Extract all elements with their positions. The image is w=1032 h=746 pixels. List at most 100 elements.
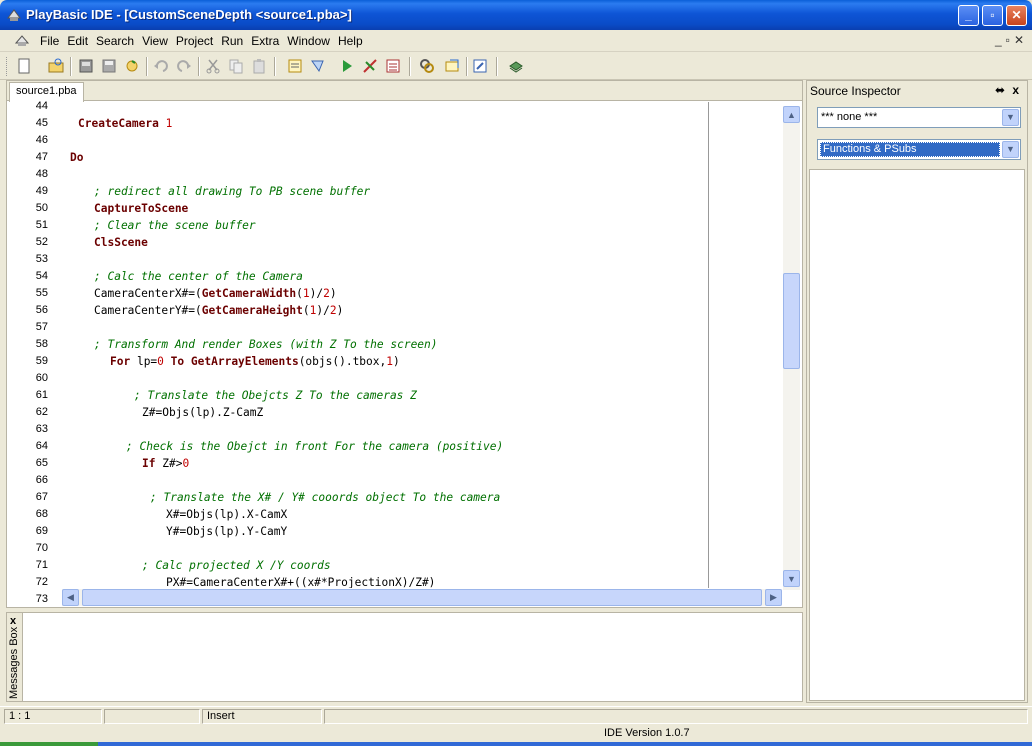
- compile-icon[interactable]: [285, 56, 305, 76]
- line-number-gutter: 44 45 46 47 48 49 50 51 52 53 54 55 56 57 58 59 60 61 62 63…: [7, 100, 62, 605]
- undo-icon[interactable]: [151, 56, 171, 76]
- ide-version: IDE Version 1.0.7: [604, 727, 690, 739]
- cut-icon[interactable]: [203, 56, 223, 76]
- code-line[interactable]: Z#=Objs(lp).Z-CamZ: [142, 406, 263, 419]
- stop-debug-icon[interactable]: [360, 56, 380, 76]
- code-line[interactable]: CreateCamera 1: [78, 117, 172, 130]
- edit-mode: Insert: [202, 709, 322, 724]
- filter-combo[interactable]: Functions & PSubs ▼: [817, 139, 1021, 160]
- menu-run[interactable]: Run: [217, 34, 247, 48]
- code-text: Z#=Objs(lp).Z-CamZ: [142, 406, 264, 419]
- line-number: 62: [35, 406, 48, 418]
- app-icon: [7, 9, 21, 21]
- code-keyword: CaptureToScene: [94, 202, 189, 215]
- title-bar[interactable]: PlayBasic IDE - [CustomSceneDepth <sourc…: [0, 0, 1032, 30]
- minimize-button[interactable]: _: [958, 5, 979, 26]
- code-line[interactable]: ; Transform And render Boxes (with Z To …: [94, 338, 438, 351]
- pin-icon[interactable]: ⬌: [995, 83, 1005, 97]
- menu-help[interactable]: Help: [334, 34, 367, 48]
- tab-strip: source1.pba: [7, 81, 802, 102]
- menu-view[interactable]: View: [138, 34, 172, 48]
- close-button[interactable]: ✕: [1006, 5, 1027, 26]
- code-line[interactable]: ClsScene: [94, 236, 148, 249]
- code-number: 1: [302, 287, 310, 300]
- mdi-minimize-button[interactable]: _: [995, 33, 1002, 47]
- edit-icon[interactable]: [470, 56, 490, 76]
- code-comment: ; Calc the center of the Camera: [94, 270, 303, 283]
- code-line[interactable]: ; Check is the Obejct in front For the c…: [126, 440, 503, 453]
- code-line[interactable]: If Z#>0: [142, 457, 189, 470]
- code-text: (objs().tbox,: [298, 355, 387, 368]
- menu-search[interactable]: Search: [92, 34, 138, 48]
- toolbar-grip[interactable]: [6, 57, 9, 76]
- code-line[interactable]: CaptureToScene: [94, 202, 188, 215]
- run-icon[interactable]: [337, 56, 357, 76]
- help-book-icon[interactable]: [506, 56, 526, 76]
- code-line[interactable]: Do: [70, 151, 83, 164]
- code-text: lp=: [130, 355, 158, 368]
- code-line[interactable]: ; Clear the scene buffer: [94, 219, 256, 232]
- code-line[interactable]: ; redirect all drawing To PB scene buffe…: [94, 185, 370, 198]
- scroll-down-icon[interactable]: ▼: [783, 570, 800, 587]
- document-icon[interactable]: [14, 33, 30, 49]
- menu-window[interactable]: Window: [283, 34, 334, 48]
- start-button[interactable]: [0, 742, 98, 746]
- code-line[interactable]: ; Calc the center of the Camera: [94, 270, 303, 283]
- line-number: 61: [35, 389, 48, 401]
- menu-file[interactable]: File: [36, 34, 63, 48]
- code-editor[interactable]: CreateCamera 1 Do ; redirect all drawing T…: [62, 102, 709, 588]
- debug-icon[interactable]: [383, 56, 403, 76]
- save-all-icon[interactable]: [76, 56, 96, 76]
- save-icon[interactable]: [99, 56, 119, 76]
- menu-extra[interactable]: Extra: [247, 34, 283, 48]
- code-line[interactable]: Y#=Objs(lp).Y-CamY: [166, 525, 287, 538]
- copy-icon[interactable]: [226, 56, 246, 76]
- code-line[interactable]: CameraCenterX#=(GetCameraWidth(1)/2): [94, 287, 337, 300]
- reload-icon[interactable]: [122, 56, 142, 76]
- inspector-close-icon[interactable]: x: [1012, 83, 1019, 97]
- horizontal-scrollbar[interactable]: ◀ ▶: [62, 589, 782, 606]
- toolbar: [0, 53, 1032, 80]
- code-line[interactable]: X#=Objs(lp).X-CamX: [166, 508, 287, 521]
- paste-icon[interactable]: [249, 56, 269, 76]
- new-file-icon[interactable]: [14, 56, 34, 76]
- code-text: )/: [316, 304, 330, 317]
- build-icon[interactable]: [308, 56, 328, 76]
- horizontal-scroll-thumb[interactable]: [82, 589, 762, 606]
- line-number: 46: [35, 134, 48, 146]
- chevron-down-icon[interactable]: ▼: [1002, 141, 1019, 158]
- tab-source1[interactable]: source1.pba: [9, 82, 84, 102]
- code-line[interactable]: CameraCenterY#=(GetCameraHeight(1)/2): [94, 304, 343, 317]
- find-replace-icon[interactable]: [442, 56, 462, 76]
- scope-combo[interactable]: *** none *** ▼: [817, 107, 1021, 128]
- code-comment: ; redirect all drawing To PB scene buffe…: [94, 185, 371, 198]
- mdi-close-button[interactable]: ✕: [1014, 33, 1024, 47]
- code-line[interactable]: ; Translate the Obejcts Z To the cameras…: [134, 389, 417, 402]
- code-line[interactable]: For lp=0 To GetArrayElements(objs().tbox…: [110, 355, 400, 368]
- status-message: [324, 709, 1028, 724]
- chevron-down-icon[interactable]: ▼: [1002, 109, 1019, 126]
- line-number: 50: [35, 202, 48, 214]
- menu-edit[interactable]: Edit: [63, 34, 92, 48]
- redo-icon[interactable]: [174, 56, 194, 76]
- inspector-list[interactable]: [809, 169, 1025, 701]
- scroll-right-icon[interactable]: ▶: [765, 589, 782, 606]
- menu-bar: File Edit Search View Project Run Extra …: [0, 30, 1032, 52]
- code-text: X#=Objs(lp).X-CamX: [166, 508, 288, 521]
- menu-project[interactable]: Project: [172, 34, 217, 48]
- toolbar-separator: [274, 57, 276, 76]
- messages-close-icon[interactable]: x: [10, 615, 16, 627]
- code-line[interactable]: ; Calc projected X /Y coords: [142, 559, 331, 572]
- code-line[interactable]: ; Translate the X# / Y# cooords object T…: [150, 491, 500, 504]
- open-file-icon[interactable]: [46, 56, 66, 76]
- code-number: 2: [329, 304, 337, 317]
- scroll-left-icon[interactable]: ◀: [62, 589, 79, 606]
- code-line[interactable]: PX#=CameraCenterX#+((x#*ProjectionX)/Z#): [166, 576, 435, 588]
- vertical-scroll-thumb[interactable]: [783, 273, 800, 369]
- maximize-button[interactable]: ▫: [982, 5, 1003, 26]
- scroll-up-icon[interactable]: ▲: [783, 106, 800, 123]
- line-number: 59: [35, 355, 48, 367]
- mdi-restore-button[interactable]: ▫: [1006, 33, 1010, 47]
- vertical-scrollbar[interactable]: ▲ ▼: [783, 106, 800, 590]
- find-icon[interactable]: [417, 56, 437, 76]
